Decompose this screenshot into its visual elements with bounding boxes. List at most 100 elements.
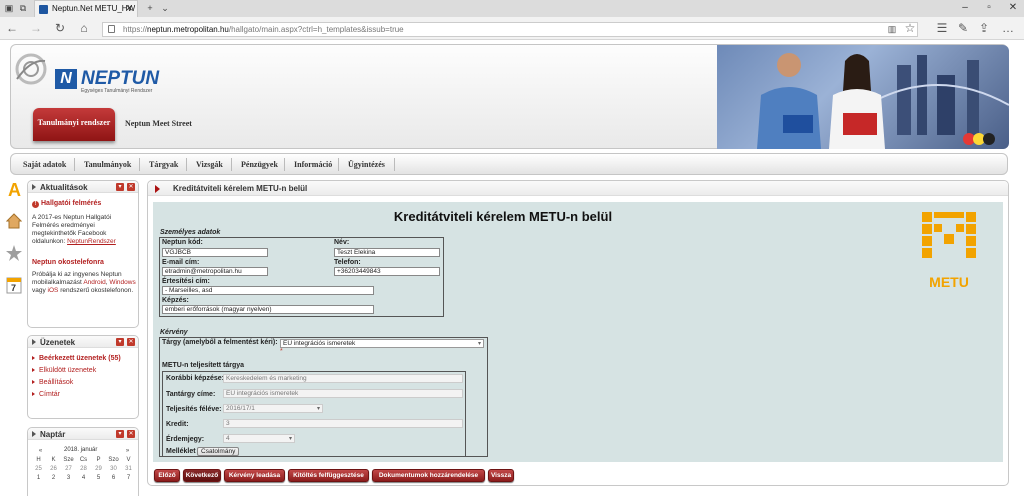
grade-select[interactable]: 4 ▾ (223, 434, 295, 443)
tab-neptun-meet-street[interactable]: Neptun Meet Street (125, 119, 192, 128)
collapse-arrow-icon[interactable] (32, 431, 36, 437)
close-panel-icon[interactable]: ✕ (127, 338, 135, 346)
tab-back-icon[interactable]: ⧉ (18, 3, 28, 13)
tab-tanulmanyi-rendszer[interactable]: Tanulmányi rendszer (33, 108, 115, 141)
settings-link[interactable]: Beállítások (32, 379, 73, 386)
minimize-panel-icon[interactable]: ▾ (116, 430, 124, 438)
calendar-day[interactable]: 25 (32, 466, 45, 472)
prev-month-icon[interactable]: « (34, 448, 47, 454)
browser-tab[interactable]: Neptun.Net METU_HW ✕ (34, 0, 138, 17)
menu-tanulmanyok[interactable]: Tanulmányok (84, 160, 131, 169)
font-size-a-icon[interactable]: A (6, 180, 22, 198)
minimize-icon[interactable]: – (958, 2, 972, 13)
notes-icon[interactable]: ✎ (955, 21, 971, 35)
refresh-icon[interactable]: ↻ (52, 21, 68, 35)
favorite-star-icon[interactable]: ☆ (902, 21, 918, 35)
menu-ugyintezes[interactable]: Ügyintézés (348, 160, 385, 169)
collapse-arrow-icon[interactable] (32, 184, 36, 190)
nav-bar: ← → ↻ ⌂ https://neptun.metropolitan.hu/h… (0, 18, 1024, 40)
minimize-panel-icon[interactable]: ▾ (116, 183, 124, 191)
swirl-logo-icon (15, 53, 47, 85)
reading-view-icon[interactable]: ▥ (884, 24, 900, 35)
home-icon[interactable]: ⌂ (76, 21, 92, 35)
calendar-day[interactable]: 2 (47, 475, 60, 481)
main-menu: Saját adatok Tanulmányok Tárgyak Vizsgák… (10, 153, 1008, 175)
calendar-day[interactable]: 28 (77, 466, 90, 472)
next-button[interactable]: Következő (183, 469, 221, 482)
menu-vizsgak[interactable]: Vizsgák (196, 160, 223, 169)
calendar-day[interactable]: 7 (122, 475, 135, 481)
close-window-icon[interactable]: ✕ (1006, 2, 1020, 13)
prev-training-field[interactable]: Kereskedelem és marketing (223, 374, 463, 383)
new-tab-icon[interactable]: + (145, 3, 155, 13)
next-month-icon[interactable]: » (121, 448, 134, 454)
share-icon[interactable]: ⇪ (976, 21, 992, 35)
suspend-filling-button[interactable]: Kitöltés felfüggesztése (288, 469, 369, 482)
collapse-arrow-icon[interactable] (32, 339, 36, 345)
menu-sajat-adatok[interactable]: Saját adatok (23, 160, 66, 169)
back-icon[interactable]: ← (4, 21, 20, 35)
tab-list-icon[interactable]: ⌄ (160, 3, 170, 13)
minimize-panel-icon[interactable]: ▾ (116, 338, 124, 346)
calendar-panel: Naptár ▾ ✕ « 2018. január » H K Sze Cs P… (27, 427, 139, 496)
subject-select[interactable]: EU integrációs ismeretek ▾ (280, 339, 484, 348)
messages-title: Üzenetek (40, 338, 76, 347)
sent-messages-link[interactable]: Elküldött üzenetek (32, 367, 96, 374)
directory-link[interactable]: Címtár (32, 391, 60, 398)
phone-label: Telefon: (334, 259, 361, 266)
calendar-title: Naptár (40, 430, 66, 439)
calendar-7-icon[interactable]: 7 (6, 276, 22, 294)
course-title-field[interactable]: EU integrációs ismeretek (223, 389, 463, 398)
calendar-day[interactable]: 26 (47, 466, 60, 472)
calendar-day[interactable]: 3 (62, 475, 75, 481)
logo-word: NEPTUN (81, 68, 160, 89)
more-icon[interactable]: … (1000, 21, 1016, 35)
day-header: K (51, 457, 56, 463)
news-item-title-2[interactable]: Neptun okostelefonra (32, 259, 104, 266)
day-header: Sze (63, 457, 74, 463)
home-house-icon[interactable] (6, 212, 22, 230)
neptun-logo[interactable]: N NEPTUN Egységes Tanulmányi Rendszer (55, 68, 185, 94)
assign-documents-button[interactable]: Dokumentumok hozzárendelése (372, 469, 485, 482)
calendar-day[interactable]: 6 (107, 475, 120, 481)
menu-informacio[interactable]: Információ (294, 160, 332, 169)
favorites-star-icon[interactable] (6, 244, 22, 262)
calendar-day[interactable]: 31 (122, 466, 135, 472)
favorites-list-icon[interactable]: ☰ (934, 21, 950, 35)
calendar-day[interactable]: 27 (62, 466, 75, 472)
fulfilled-course-box: Korábbi képzése: Kereskedelem és marketi… (162, 371, 466, 457)
svg-text:7: 7 (11, 283, 16, 293)
fulfilled-course-title: METU-n teljesített tárgya (162, 362, 245, 369)
news-item-title[interactable]: ! Hallgatói felmérés (32, 200, 101, 208)
calendar-day[interactable]: 5 (92, 475, 105, 481)
inbox-link[interactable]: Beérkezett üzenetek (55) (32, 355, 121, 362)
close-panel-icon[interactable]: ✕ (127, 430, 135, 438)
menu-targyak[interactable]: Tárgyak (149, 160, 178, 169)
calendar-day[interactable]: 1 (32, 475, 45, 481)
calendar-day[interactable]: 29 (92, 466, 105, 472)
attachment-button[interactable]: Csatolmány (197, 447, 240, 456)
semester-select[interactable]: 2016/17/1 ▾ (223, 404, 323, 413)
logo-subtitle: Egységes Tanulmányi Rendszer (81, 88, 153, 94)
students-banner-image (717, 45, 1009, 149)
facebook-link[interactable]: NeptunRendszer (67, 238, 116, 245)
maximize-icon[interactable]: ▫ (982, 2, 996, 13)
calendar-day[interactable]: 30 (107, 466, 120, 472)
tab-actions-icon[interactable]: ▣ (4, 3, 14, 13)
forward-icon[interactable]: → (28, 21, 44, 35)
credit-field[interactable]: 3 (223, 419, 463, 428)
back-button[interactable]: Vissza (488, 469, 514, 482)
menu-penzugyek[interactable]: Pénzügyek (241, 160, 278, 169)
semester-label: Teljesítés féléve: (166, 406, 222, 413)
calendar-day[interactable]: 4 (77, 475, 90, 481)
previous-button[interactable]: Előző (154, 469, 180, 482)
submit-request-button[interactable]: Kérvény leadása (224, 469, 285, 482)
site-header: N NEPTUN Egységes Tanulmányi Rendszer Ta… (10, 44, 1009, 149)
address-bar[interactable]: https://neptun.metropolitan.hu/hallgato/… (102, 22, 918, 37)
close-tab-icon[interactable]: ✕ (125, 3, 133, 14)
close-panel-icon[interactable]: ✕ (127, 183, 135, 191)
name-label: Név: (334, 239, 350, 246)
dropdown-arrow-icon: ▾ (316, 406, 320, 412)
section-arrow-icon (155, 185, 160, 193)
url-text: https://neptun.metropolitan.hu/hallgato/… (123, 25, 404, 34)
